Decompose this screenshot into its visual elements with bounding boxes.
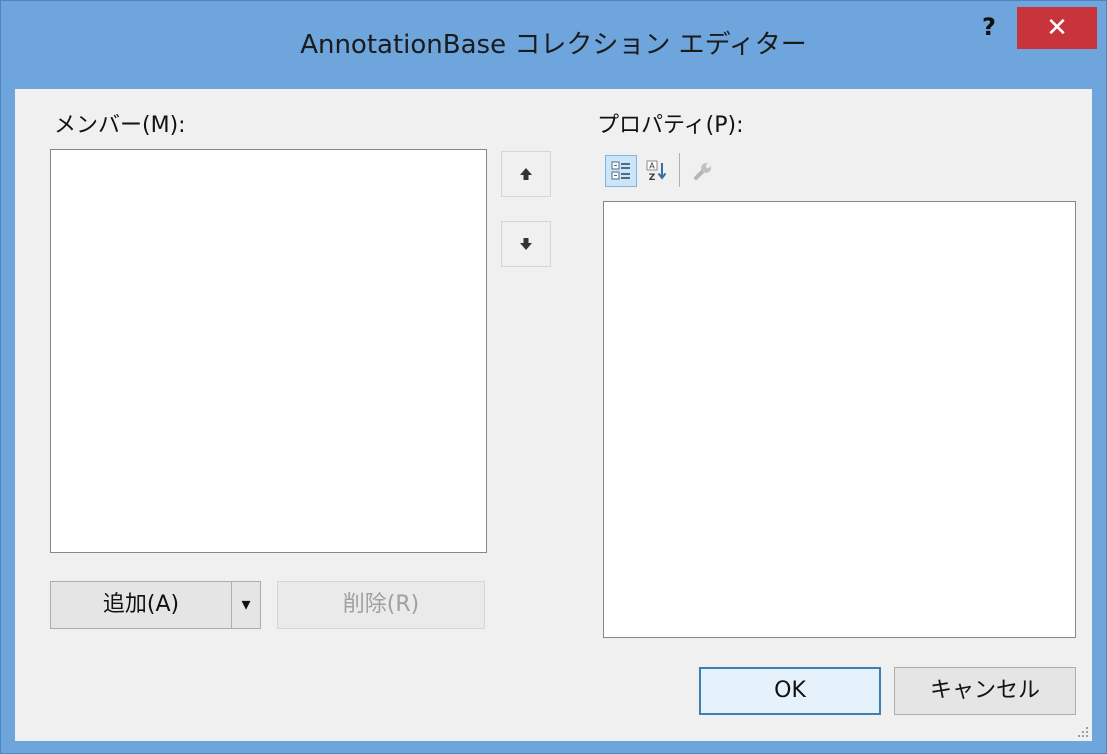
properties-label: プロパティ(P): — [597, 113, 744, 138]
ok-button[interactable]: OK — [699, 667, 881, 715]
title-bar[interactable]: AnnotationBase コレクション エディター ? ✕ — [1, 1, 1106, 89]
chevron-down-icon: ▾ — [241, 594, 251, 615]
property-pages-icon — [694, 163, 711, 180]
add-button[interactable]: 追加(A) — [51, 582, 232, 628]
close-icon: ✕ — [1046, 13, 1068, 43]
help-button[interactable]: ? — [969, 9, 1009, 45]
svg-text:Z: Z — [649, 173, 656, 183]
remove-button[interactable]: 削除(R) — [277, 581, 485, 629]
members-listbox[interactable] — [50, 149, 487, 553]
alphabetical-button[interactable]: A Z — [641, 155, 673, 187]
collection-editor-window: AnnotationBase コレクション エディター ? ✕ メンバー(M):… — [0, 0, 1107, 754]
close-button[interactable]: ✕ — [1017, 7, 1097, 49]
alphabetical-sort-icon: A Z — [646, 160, 667, 183]
arrow-down-icon — [520, 238, 532, 250]
window-title: AnnotationBase コレクション エディター — [300, 30, 807, 60]
categorized-icon — [611, 161, 630, 180]
move-down-button[interactable] — [501, 221, 551, 267]
add-dropdown-button[interactable]: ▾ — [232, 582, 260, 628]
svg-text:A: A — [649, 162, 655, 171]
toolbar-separator — [679, 153, 680, 187]
categorized-button[interactable] — [605, 155, 637, 187]
members-label: メンバー(M): — [54, 113, 186, 138]
arrow-up-icon — [520, 168, 532, 180]
resize-grip-icon[interactable] — [1076, 725, 1090, 739]
property-pages-button[interactable] — [687, 155, 719, 187]
add-split-button: 追加(A) ▾ — [50, 581, 261, 629]
move-up-button[interactable] — [501, 151, 551, 197]
cancel-button[interactable]: キャンセル — [894, 667, 1076, 715]
dialog-client-area: メンバー(M): 追加(A) ▾ 削除(R) プロパティ(P): A Z OK … — [15, 89, 1092, 741]
property-grid[interactable] — [603, 201, 1076, 638]
